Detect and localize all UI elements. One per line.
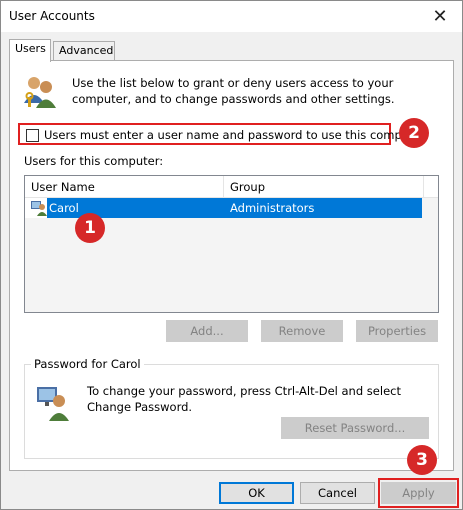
- window-title: User Accounts: [9, 9, 95, 23]
- password-group-legend: Password for Carol: [31, 357, 144, 371]
- require-login-label[interactable]: Users must enter a user name and passwor…: [44, 128, 428, 142]
- users-list-label: Users for this computer:: [24, 154, 164, 168]
- column-header-group[interactable]: Group: [224, 176, 424, 198]
- step-marker-3: 3: [407, 445, 437, 475]
- add-user-button[interactable]: Add...: [166, 320, 248, 342]
- listview-header: User Name Group: [25, 176, 438, 198]
- user-accounts-dialog: User Accounts ✕ Users Advanced Use the l…: [0, 0, 463, 510]
- column-header-user-name[interactable]: User Name: [25, 176, 224, 198]
- step-marker-1: 1: [75, 213, 105, 243]
- step-marker-2: 2: [399, 118, 429, 148]
- user-name-cell[interactable]: Carol: [47, 198, 224, 218]
- intro-text: Use the list below to grant or deny user…: [72, 76, 395, 106]
- require-login-checkbox[interactable]: [26, 128, 39, 142]
- require-login-option[interactable]: Users must enter a user name and passwor…: [18, 123, 428, 145]
- tab-advanced[interactable]: Advanced: [53, 41, 115, 61]
- tab-users[interactable]: Users: [9, 39, 51, 62]
- ok-button[interactable]: OK: [219, 482, 294, 504]
- users-icon: [24, 77, 56, 108]
- properties-button[interactable]: Properties: [356, 320, 438, 342]
- close-icon[interactable]: ✕: [418, 1, 462, 32]
- password-instructions: To change your password, press Ctrl-Alt-…: [87, 384, 401, 414]
- reset-password-button[interactable]: Reset Password...: [281, 417, 429, 439]
- user-password-icon: [37, 387, 69, 421]
- users-listview[interactable]: User Name Group Carol Administrators: [24, 175, 439, 313]
- user-group-cell[interactable]: Administrators: [224, 198, 422, 218]
- user-icon: [31, 201, 47, 216]
- apply-highlight-box: [378, 478, 459, 508]
- title-bar: User Accounts ✕: [1, 1, 462, 32]
- password-group: Password for Carol To change your passwo…: [24, 357, 439, 459]
- users-tab-panel: Use the list below to grant or deny user…: [9, 60, 454, 471]
- cancel-button[interactable]: Cancel: [300, 482, 375, 504]
- remove-user-button[interactable]: Remove: [261, 320, 343, 342]
